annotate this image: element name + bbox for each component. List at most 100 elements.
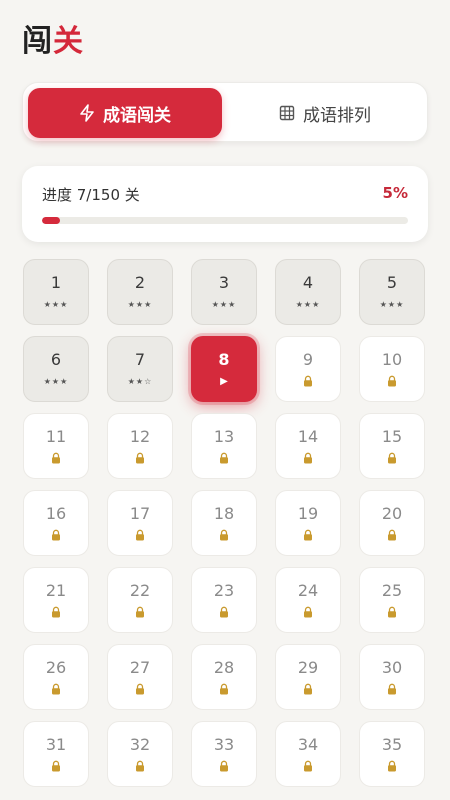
level-tile-1[interactable]: 1 ★★★ bbox=[23, 259, 89, 325]
level-tile-7[interactable]: 7 ★★☆ bbox=[107, 336, 173, 402]
star-rating: ★★★ bbox=[43, 299, 69, 309]
level-tile-32[interactable]: 32 bbox=[107, 721, 173, 787]
lock-icon bbox=[50, 529, 62, 541]
level-number: 12 bbox=[129, 427, 151, 446]
tab-idiom-arrange[interactable]: 成语排列 bbox=[228, 88, 422, 138]
level-tile-3[interactable]: 3 ★★★ bbox=[191, 259, 257, 325]
lock-icon bbox=[50, 452, 62, 464]
star-rating: ★★★ bbox=[295, 299, 321, 309]
lock-icon bbox=[302, 760, 314, 772]
lock-icon bbox=[386, 683, 398, 695]
level-tile-13[interactable]: 13 bbox=[191, 413, 257, 479]
level-tile-10[interactable]: 10 bbox=[359, 336, 425, 402]
level-number: 5 bbox=[386, 273, 398, 292]
grid-icon bbox=[279, 105, 295, 121]
level-tile-23[interactable]: 23 bbox=[191, 567, 257, 633]
level-tile-2[interactable]: 2 ★★★ bbox=[107, 259, 173, 325]
level-tile-16[interactable]: 16 bbox=[23, 490, 89, 556]
level-number: 30 bbox=[381, 658, 403, 677]
level-number: 6 bbox=[50, 350, 62, 369]
progress-label: 进度 7/150 关 bbox=[42, 186, 140, 204]
lock-icon bbox=[50, 606, 62, 618]
level-tile-9[interactable]: 9 bbox=[275, 336, 341, 402]
star-rating: ★★★ bbox=[127, 299, 153, 309]
lock-icon bbox=[218, 760, 230, 772]
lock-icon bbox=[386, 529, 398, 541]
level-tile-30[interactable]: 30 bbox=[359, 644, 425, 710]
progress-bar-fill bbox=[42, 217, 61, 224]
level-number: 28 bbox=[213, 658, 235, 677]
level-number: 1 bbox=[50, 273, 62, 292]
lock-icon bbox=[218, 529, 230, 541]
lock-icon bbox=[50, 683, 62, 695]
lock-icon bbox=[386, 760, 398, 772]
level-number: 24 bbox=[297, 581, 319, 600]
lock-icon bbox=[134, 606, 146, 618]
level-number: 23 bbox=[213, 581, 235, 600]
level-tile-33[interactable]: 33 bbox=[191, 721, 257, 787]
level-number: 3 bbox=[218, 273, 230, 292]
level-tile-35[interactable]: 35 bbox=[359, 721, 425, 787]
level-tile-34[interactable]: 34 bbox=[275, 721, 341, 787]
play-icon: ▶ bbox=[220, 375, 228, 387]
level-tile-26[interactable]: 26 bbox=[23, 644, 89, 710]
level-tile-28[interactable]: 28 bbox=[191, 644, 257, 710]
progress-card: 进度 7/150 关 5% bbox=[22, 166, 428, 242]
level-tile-29[interactable]: 29 bbox=[275, 644, 341, 710]
level-number: 8 bbox=[218, 350, 230, 369]
star-rating: ★★★ bbox=[211, 299, 237, 309]
level-tile-12[interactable]: 12 bbox=[107, 413, 173, 479]
level-tile-21[interactable]: 21 bbox=[23, 567, 89, 633]
level-number: 20 bbox=[381, 504, 403, 523]
lock-icon bbox=[218, 452, 230, 464]
star-rating: ★★☆ bbox=[127, 376, 153, 386]
level-number: 22 bbox=[129, 581, 151, 600]
level-tile-27[interactable]: 27 bbox=[107, 644, 173, 710]
level-number: 15 bbox=[381, 427, 403, 446]
page-title-accent: 关 bbox=[53, 24, 84, 59]
mode-tabs: 成语闯关 成语排列 bbox=[22, 82, 428, 142]
level-number: 14 bbox=[297, 427, 319, 446]
level-tile-14[interactable]: 14 bbox=[275, 413, 341, 479]
level-number: 35 bbox=[381, 735, 403, 754]
level-number: 7 bbox=[134, 350, 146, 369]
level-number: 2 bbox=[134, 273, 146, 292]
lock-icon bbox=[386, 606, 398, 618]
level-tile-25[interactable]: 25 bbox=[359, 567, 425, 633]
tab-label: 成语闯关 bbox=[103, 105, 171, 126]
level-tile-18[interactable]: 18 bbox=[191, 490, 257, 556]
level-number: 13 bbox=[213, 427, 235, 446]
level-number: 26 bbox=[45, 658, 67, 677]
progress-bar bbox=[42, 217, 408, 224]
level-number: 10 bbox=[381, 350, 403, 369]
level-number: 9 bbox=[302, 350, 314, 369]
level-tile-5[interactable]: 5 ★★★ bbox=[359, 259, 425, 325]
level-tile-24[interactable]: 24 bbox=[275, 567, 341, 633]
level-number: 33 bbox=[213, 735, 235, 754]
star-rating: ★★★ bbox=[379, 299, 405, 309]
level-number: 25 bbox=[381, 581, 403, 600]
level-number: 18 bbox=[213, 504, 235, 523]
level-tile-11[interactable]: 11 bbox=[23, 413, 89, 479]
level-grid: 1 ★★★ 2 ★★★ 3 ★★★ 4 ★★★ 5 ★★★ 6 ★★★ 7 ★★☆ 8 ▶ 9 10 11 12 13 1… bbox=[23, 259, 429, 787]
level-tile-20[interactable]: 20 bbox=[359, 490, 425, 556]
star-rating: ★★★ bbox=[43, 376, 69, 386]
lock-icon bbox=[302, 683, 314, 695]
level-number: 27 bbox=[129, 658, 151, 677]
tab-label: 成语排列 bbox=[303, 105, 371, 126]
page-title-main: 闯 bbox=[22, 24, 53, 59]
level-tile-6[interactable]: 6 ★★★ bbox=[23, 336, 89, 402]
tab-idiom-challenge[interactable]: 成语闯关 bbox=[28, 88, 222, 138]
level-tile-22[interactable]: 22 bbox=[107, 567, 173, 633]
level-number: 19 bbox=[297, 504, 319, 523]
level-tile-19[interactable]: 19 bbox=[275, 490, 341, 556]
page-title: 闯关 bbox=[22, 16, 84, 60]
level-tile-8[interactable]: 8 ▶ bbox=[191, 336, 257, 402]
level-number: 32 bbox=[129, 735, 151, 754]
level-tile-17[interactable]: 17 bbox=[107, 490, 173, 556]
level-tile-31[interactable]: 31 bbox=[23, 721, 89, 787]
level-number: 29 bbox=[297, 658, 319, 677]
lock-icon bbox=[134, 529, 146, 541]
level-tile-4[interactable]: 4 ★★★ bbox=[275, 259, 341, 325]
level-tile-15[interactable]: 15 bbox=[359, 413, 425, 479]
